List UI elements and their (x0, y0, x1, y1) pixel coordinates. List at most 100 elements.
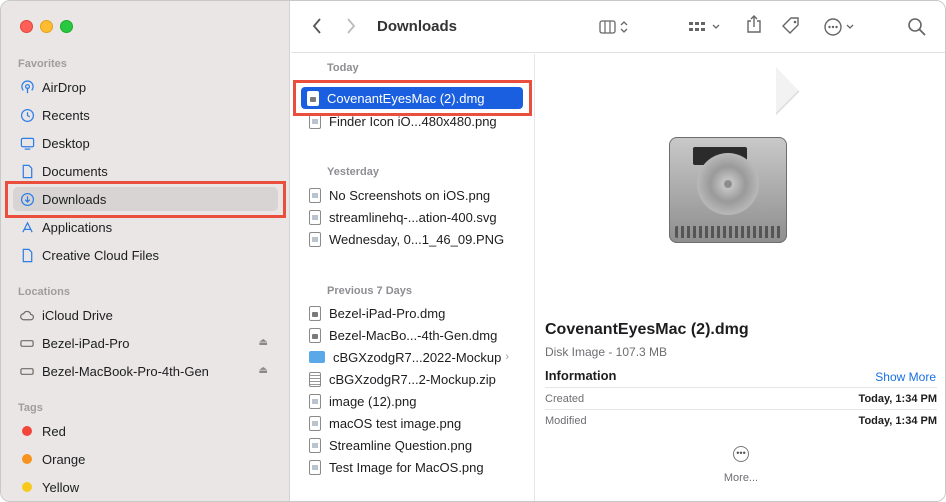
sidebar: Favorites AirDrop Recents Desktop Docume… (1, 1, 290, 501)
favorites-header: Favorites (18, 58, 67, 70)
file-row-image-12-png[interactable]: image (12).png (303, 390, 529, 412)
disk-platter (697, 153, 759, 215)
image-file-icon (309, 187, 321, 203)
window-title: Downloads (377, 18, 458, 35)
file-row-streamlinehq-svg[interactable]: streamlinehq-...ation-400.svg (303, 206, 529, 228)
created-row: Created Today, 1:34 PM (545, 387, 937, 409)
file-name: cBGXzodgR7...2-Mockup.zip (329, 371, 496, 387)
zip-file-icon (309, 371, 321, 387)
sidebar-item-label: Bezel-iPad-Pro (42, 335, 130, 351)
share-icon[interactable] (746, 14, 762, 39)
red-tag-dot-icon (22, 426, 32, 436)
sidebar-item-label: Red (42, 423, 66, 439)
chevron-right-icon[interactable] (345, 17, 357, 40)
information-header: Information (545, 368, 617, 383)
file-list: Today CovenantEyesMac (2).dmg Finder Ico… (291, 54, 535, 501)
file-icon (19, 247, 35, 263)
sidebar-item-bezel-ipad-pro[interactable]: Bezel-iPad-Pro ⏏ (13, 331, 278, 355)
file-name: Bezel-MacBo...-4th-Gen.dmg (329, 327, 498, 343)
preview-pane: CovenantEyesMac (2).dmg Disk Image - 107… (536, 54, 945, 501)
grid-icon[interactable] (688, 19, 724, 40)
sidebar-item-label: Orange (42, 451, 86, 467)
created-label: Created (545, 392, 585, 405)
sidebar-item-recents[interactable]: Recents (13, 103, 278, 127)
highlight-box-downloads (5, 181, 286, 218)
more-label: More... (723, 472, 759, 484)
file-name: Bezel-iPad-Pro.dmg (329, 305, 446, 321)
desktop-icon (19, 135, 35, 151)
file-row-mockup-zip[interactable]: cBGXzodgR7...2-Mockup.zip (303, 368, 529, 390)
file-row-bezel-macbook-dmg[interactable]: Bezel-MacBo...-4th-Gen.dmg (303, 324, 529, 346)
file-name: Test Image for MacOS.png (329, 459, 484, 475)
sidebar-item-bezel-macbook-pro[interactable]: Bezel-MacBook-Pro-4th-Gen ⏏ (13, 359, 278, 383)
tags-header: Tags (18, 402, 43, 414)
modified-row: Modified Today, 1:34 PM (545, 409, 937, 431)
tag-icon[interactable] (781, 16, 801, 41)
sidebar-item-label: Bezel-MacBook-Pro-4th-Gen (42, 363, 209, 379)
sidebar-item-desktop[interactable]: Desktop (13, 131, 278, 155)
modified-value: Today, 1:34 PM (858, 414, 937, 427)
cloud-icon (19, 307, 35, 323)
file-name: Streamline Question.png (329, 437, 473, 453)
file-row-test-image-png[interactable]: Test Image for MacOS.png (303, 456, 529, 478)
image-file-icon (309, 209, 321, 225)
yellow-tag-dot-icon (22, 482, 32, 492)
hard-disk-icon (669, 137, 787, 243)
minimize-window-button[interactable] (40, 20, 53, 33)
search-icon[interactable] (907, 17, 927, 42)
file-row-wednesday-png[interactable]: Wednesday, 0...1_46_09.PNG (303, 228, 529, 250)
chevron-left-icon[interactable] (311, 17, 323, 40)
image-file-icon (309, 231, 321, 247)
file-row-streamline-question-png[interactable]: Streamline Question.png (303, 434, 529, 456)
document-icon (19, 163, 35, 179)
image-file-icon (309, 393, 321, 409)
group-header-previous-7-days: Previous 7 Days (327, 285, 412, 297)
file-name: image (12).png (329, 393, 417, 409)
sidebar-item-documents[interactable]: Documents (13, 159, 278, 183)
image-file-icon (309, 437, 321, 453)
file-name: streamlinehq-...ation-400.svg (329, 209, 497, 225)
sidebar-item-applications[interactable]: Applications (13, 215, 278, 239)
finder-window: Favorites AirDrop Recents Desktop Docume… (0, 0, 946, 502)
ellipsis-circle-icon[interactable] (823, 17, 859, 42)
locations-header: Locations (18, 286, 70, 298)
file-name: cBGXzodgR7...2022-Mockup (333, 349, 502, 365)
sidebar-item-airdrop[interactable]: AirDrop (13, 75, 278, 99)
group-header-today: Today (327, 62, 359, 74)
more-button[interactable]: ••• More... (721, 446, 761, 484)
sidebar-item-icloud-drive[interactable]: iCloud Drive (13, 303, 278, 327)
file-row-bezel-ipad-dmg[interactable]: Bezel-iPad-Pro.dmg (303, 302, 529, 324)
group-header-yesterday: Yesterday (327, 166, 379, 178)
clock-icon (19, 107, 35, 123)
folder-icon (309, 351, 325, 363)
dmg-file-icon (309, 305, 321, 321)
sidebar-item-label: AirDrop (42, 79, 87, 95)
highlight-box-selected-file (293, 80, 532, 116)
sidebar-item-label: iCloud Drive (42, 307, 113, 323)
file-row-macos-test-png[interactable]: macOS test image.png (303, 412, 529, 434)
columns-view-icon[interactable] (599, 19, 631, 40)
zoom-window-button[interactable] (60, 20, 73, 33)
eject-icon[interactable]: ⏏ (259, 337, 268, 348)
file-name: No Screenshots on iOS.png (329, 187, 491, 203)
airdrop-icon (19, 79, 35, 95)
sidebar-tag-yellow[interactable]: Yellow (13, 475, 278, 499)
image-file-icon (309, 459, 321, 475)
drive-icon (19, 335, 35, 351)
sidebar-item-label: Desktop (42, 135, 90, 151)
drive-icon (19, 363, 35, 379)
eject-icon[interactable]: ⏏ (259, 365, 268, 376)
toolbar: Downloads (291, 1, 945, 53)
sidebar-tag-orange[interactable]: Orange (13, 447, 278, 471)
file-row-mockup-folder[interactable]: cBGXzodgR7...2022-Mockup › (303, 346, 529, 368)
file-row-no-screenshots-png[interactable]: No Screenshots on iOS.png (303, 184, 529, 206)
applications-icon (19, 219, 35, 235)
image-file-icon (309, 415, 321, 431)
modified-label: Modified (545, 414, 587, 427)
preview-file-name: CovenantEyesMac (2).dmg (545, 321, 749, 338)
preview-file-kind: Disk Image - 107.3 MB (545, 345, 668, 359)
show-more-link[interactable]: Show More (875, 370, 936, 384)
sidebar-tag-red[interactable]: Red (13, 419, 278, 443)
close-window-button[interactable] (20, 20, 33, 33)
sidebar-item-creative-cloud-files[interactable]: Creative Cloud Files (13, 243, 278, 267)
